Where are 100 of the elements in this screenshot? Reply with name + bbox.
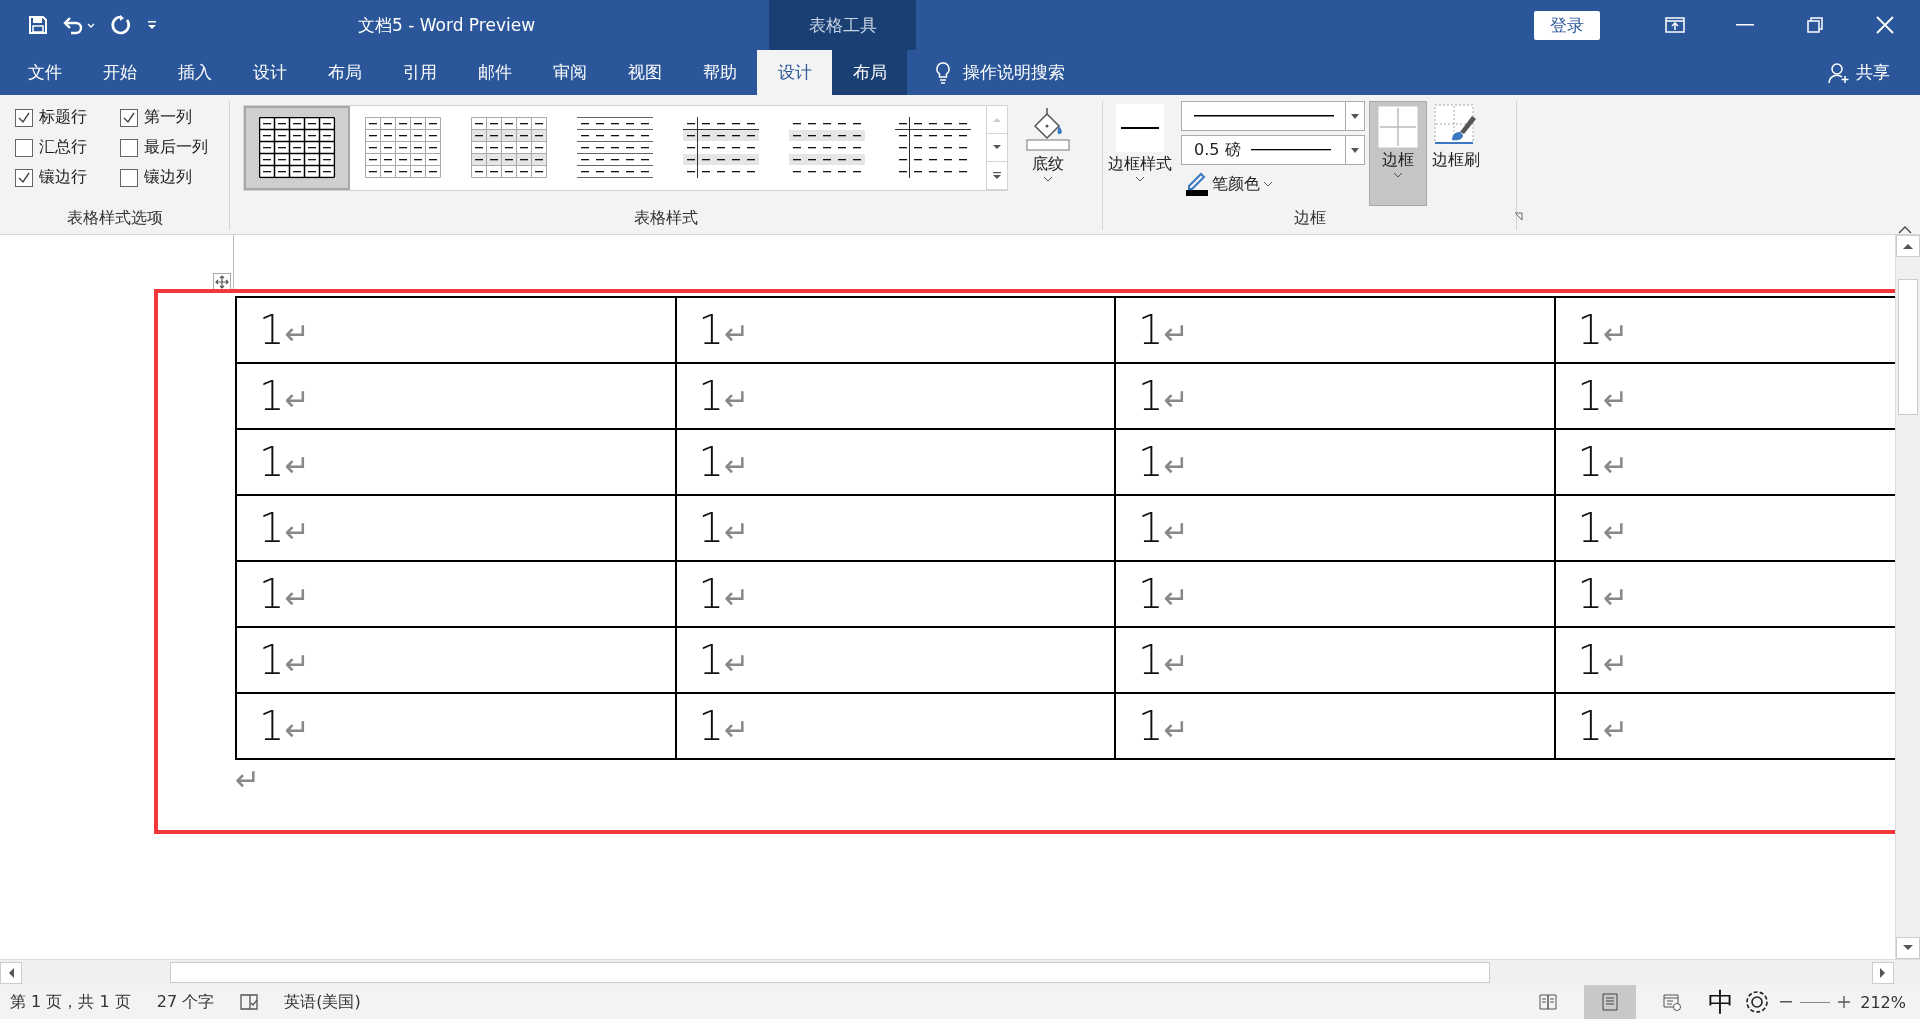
ribbon-tab[interactable]: 布局 — [307, 50, 382, 95]
table-style-option[interactable] — [244, 106, 350, 190]
scroll-right-icon[interactable] — [1880, 967, 1886, 978]
share-button[interactable]: 共享 — [1856, 61, 1890, 84]
ribbon-tab[interactable]: 帮助 — [682, 50, 757, 95]
close-icon[interactable] — [1876, 16, 1894, 34]
table-cell: 1↵ — [675, 693, 1115, 759]
ribbon-tab[interactable]: 布局 — [832, 50, 907, 95]
table-cell: 1↵ — [236, 561, 676, 627]
table-cell: 1↵ — [236, 693, 676, 759]
collapse-ribbon-icon[interactable] — [1898, 226, 1912, 234]
checkbox-label: 第一列 — [144, 107, 192, 128]
table-cell: 1↵ — [675, 429, 1115, 495]
checkbox[interactable] — [15, 108, 33, 127]
scroll-down-icon[interactable] — [993, 145, 1001, 150]
table-cell: 1↵ — [675, 297, 1115, 363]
table-style-icon — [682, 117, 760, 179]
caret-icon — [1351, 113, 1359, 119]
table-cell: 1↵ — [236, 363, 676, 429]
checkbox[interactable] — [120, 138, 138, 157]
paint-bucket-icon — [1025, 106, 1071, 152]
grid-icon — [1378, 106, 1418, 148]
scroll-down-icon[interactable] — [1903, 945, 1913, 951]
border-styles-button[interactable]: 边框样式 — [1103, 101, 1177, 206]
ribbon-tab[interactable]: 插入 — [157, 50, 232, 95]
pen-color-button[interactable]: 笔颜色 — [1181, 169, 1277, 199]
checkbox[interactable] — [15, 168, 33, 187]
group-label: 表格样式 — [633, 207, 699, 229]
tell-me-search[interactable]: 操作说明搜索 — [963, 61, 1065, 84]
scroll-left-icon[interactable] — [8, 967, 14, 978]
web-layout-icon — [1663, 993, 1682, 1011]
restore-icon[interactable] — [1807, 17, 1823, 33]
ribbon-tab[interactable]: 邮件 — [457, 50, 532, 95]
checkbox[interactable] — [120, 108, 138, 127]
zoom-level[interactable]: 212% — [1860, 992, 1906, 1012]
table-style-icon — [364, 117, 442, 179]
line-sample-icon — [1116, 104, 1164, 152]
sign-in-button[interactable]: 登录 — [1534, 10, 1600, 40]
checkbox-label: 最后一列 — [144, 137, 208, 158]
table-cell: 1↵ — [1115, 561, 1555, 627]
table-style-icon — [258, 117, 336, 179]
ribbon-tab[interactable]: 开始 — [82, 50, 157, 95]
more-styles-icon[interactable] — [993, 171, 1001, 180]
caret-icon — [1136, 177, 1144, 182]
line-weight-dropdown[interactable]: 0.5 磅 — [1181, 135, 1365, 165]
table-cell: 1↵ — [1115, 297, 1555, 363]
page-count[interactable]: 第 1 页，共 1 页 — [10, 991, 131, 1013]
zoom-in-icon[interactable] — [1838, 996, 1851, 1008]
table-style-icon — [894, 117, 972, 179]
checkbox-label: 镶边列 — [144, 167, 192, 188]
language-indicator[interactable]: 英语(美国) — [284, 991, 361, 1013]
dialog-launcher-icon[interactable] — [1514, 212, 1524, 222]
table-cell: 1↵ — [675, 561, 1115, 627]
table-cell: 1↵ — [1115, 495, 1555, 561]
table-cell: 1↵ — [675, 363, 1115, 429]
ribbon-tab[interactable]: 文件 — [7, 50, 82, 95]
print-layout-icon — [1601, 993, 1620, 1011]
context-label: 表格工具 — [769, 0, 916, 50]
table-cell: 1↵ — [236, 297, 676, 363]
redo-icon[interactable] — [110, 14, 132, 36]
undo-icon[interactable] — [62, 15, 96, 35]
person-add-icon[interactable] — [1828, 61, 1850, 84]
table-cell: 1↵ — [1115, 429, 1555, 495]
border-painter-button[interactable]: 边框刷 — [1427, 101, 1485, 206]
ribbon-tab[interactable]: 审阅 — [532, 50, 607, 95]
ime-mode[interactable]: 中 — [1708, 984, 1735, 1019]
ribbon-tab[interactable]: 设计 — [757, 50, 832, 95]
ribbon-tab[interactable]: 引用 — [382, 50, 457, 95]
checkbox-label: 标题行 — [39, 107, 87, 128]
table-cell: 1↵ — [236, 495, 676, 561]
table-cell: 1↵ — [675, 495, 1115, 561]
ribbon-tab[interactable]: 视图 — [607, 50, 682, 95]
move-icon — [215, 275, 229, 289]
ribbon-tab[interactable]: 设计 — [232, 50, 307, 95]
word-count[interactable]: 27 个字 — [156, 991, 215, 1013]
scroll-thumb[interactable] — [1898, 279, 1918, 415]
customize-icon[interactable] — [146, 19, 158, 31]
shading-button[interactable]: 底纹 — [1020, 103, 1076, 206]
line-style-dropdown[interactable] — [1181, 101, 1365, 131]
checkbox[interactable] — [15, 138, 33, 157]
table-cell: 1↵ — [675, 627, 1115, 693]
paragraph-mark: ↵ — [235, 762, 261, 797]
read-mode-icon — [1539, 993, 1558, 1011]
caret-icon — [1351, 147, 1359, 153]
scroll-up-icon[interactable] — [1903, 243, 1913, 249]
save-icon[interactable] — [28, 15, 48, 35]
proofing-icon[interactable] — [240, 993, 259, 1011]
settings-icon[interactable] — [1744, 989, 1771, 1015]
table-style-icon — [576, 117, 654, 179]
checkbox-label: 汇总行 — [39, 137, 87, 158]
scroll-thumb[interactable] — [170, 962, 1490, 983]
caret-icon — [1264, 181, 1272, 187]
checkbox[interactable] — [120, 168, 138, 187]
ribbon-display-icon[interactable] — [1665, 17, 1685, 33]
group-label: 边框 — [1293, 208, 1326, 227]
lightbulb-icon[interactable] — [935, 60, 951, 85]
line-sample-icon — [1194, 114, 1334, 118]
pen-icon — [1186, 172, 1208, 196]
window-title: 文档5 - Word Preview — [358, 13, 536, 37]
borders-button[interactable]: 边框 — [1369, 101, 1427, 206]
